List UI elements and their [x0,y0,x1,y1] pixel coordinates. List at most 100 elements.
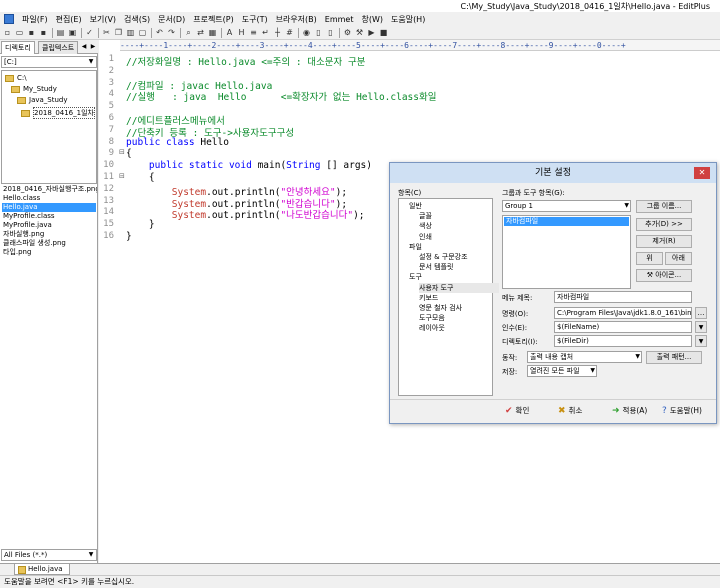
menu-edit[interactable]: 편집(E) [52,14,86,25]
action-select[interactable]: 출력 내용 캡처 ▼ [527,351,642,363]
tab-directory[interactable]: 디렉토리 [1,41,35,54]
icon-button[interactable]: ⚒ 아이콘... [636,269,692,282]
replace-icon[interactable]: ⇄ [195,27,206,38]
args-dropdown[interactable]: ▼ [695,321,707,333]
tools-icon[interactable]: ⚒ [354,27,365,38]
ok-button[interactable]: ✔ 확인 [505,403,529,419]
find-icon[interactable]: ⌕ [183,27,194,38]
code-token: main( [251,160,287,172]
list-item-selected[interactable]: Hello.java [2,203,96,212]
category-item[interactable]: 색상 [419,221,432,231]
category-group[interactable]: 파일 [409,242,422,252]
tab-scroll-left-icon[interactable]: ◀ [80,42,88,52]
menu-title-field[interactable]: 자바컴파일 [554,291,692,303]
tool-list-item[interactable]: 자바컴파일 [504,217,629,226]
browse-command-button[interactable]: … [695,307,707,319]
menu-tools[interactable]: 도구(T) [238,14,272,25]
menu-emmet[interactable]: Emmet [321,15,358,24]
copy-icon[interactable]: ❐ [113,27,124,38]
browser-icon[interactable]: ◉ [301,27,312,38]
help-button[interactable]: ? 도움말(H) [662,403,702,419]
folder-java-study[interactable]: Java_Study [17,96,68,104]
menu-search[interactable]: 검색(S) [120,14,154,25]
list-item[interactable]: Hello.class [2,194,41,203]
folder-root[interactable]: C:\ [5,74,27,82]
menu-help[interactable]: 도움말(H) [387,14,429,25]
group-select[interactable]: Group 1 ▼ [502,200,631,212]
menu-document[interactable]: 문서(D) [154,14,189,25]
save-icon[interactable]: ▪ [26,27,37,38]
drive-select[interactable]: [C:] ▼ [1,56,97,68]
category-item[interactable]: 사용자 도구 [419,282,499,293]
list-item[interactable]: 2018_0416_자바실행구조.png [2,185,97,194]
html-icon[interactable]: ≡ [248,27,259,38]
menu-file[interactable]: 파일(F) [18,14,52,25]
command-field[interactable]: C:\Program Files\Java\jdk1.8.0_161\bin [554,307,692,319]
group-name-button[interactable]: 그룹 이름... [636,200,692,213]
list-item[interactable]: 타입.png [2,248,32,257]
category-item[interactable]: 인쇄 [419,232,432,242]
tab-scroll-right-icon[interactable]: ▶ [89,42,97,52]
move-up-button[interactable]: 위 [636,252,663,265]
wrap-icon[interactable]: ↵ [260,27,271,38]
save-select[interactable]: 열려진 모든 파일 ▼ [527,365,597,377]
dir-icon[interactable]: ▯ [325,27,336,38]
output-pattern-button[interactable]: 출력 패턴... [646,351,702,364]
category-item[interactable]: 도구모음 [419,313,445,323]
tab-hello-java[interactable]: Hello.java [14,564,70,575]
remove-button[interactable]: 제거(R) [636,235,692,248]
open-file-icon[interactable]: ▭ [14,27,25,38]
paste-icon[interactable]: ▥ [125,27,136,38]
cut-icon[interactable]: ✂ [101,27,112,38]
category-item[interactable]: 설정 & 구문강조 [419,252,468,262]
folder-my-study[interactable]: My_Study [11,85,57,93]
run-icon[interactable]: ▶ [366,27,377,38]
linenum-icon[interactable]: # [284,27,295,38]
apply-button[interactable]: ➜ 적용(A) [612,403,647,419]
hex-icon[interactable]: H [236,27,247,38]
tab-cliptext[interactable]: 클립텍스트 [38,41,79,54]
category-item[interactable]: 키보드 [419,293,438,303]
category-item[interactable]: 영문 철자 검사 [419,303,462,313]
goto-icon[interactable]: ▦ [207,27,218,38]
list-item[interactable]: 클래스파일 생성.png [2,239,67,248]
new-file-icon[interactable]: ▫ [2,27,13,38]
redo-icon[interactable]: ↷ [166,27,177,38]
menu-window[interactable]: 창(W) [357,14,387,25]
clip-icon[interactable]: ▯ [313,27,324,38]
category-item[interactable]: 레이아웃 [419,323,445,333]
folder-day1[interactable]: 2018_0416_1일차 [21,107,95,119]
preview-icon[interactable]: ▣ [67,27,78,38]
font-size-icon[interactable]: A [224,27,235,38]
undo-icon[interactable]: ↶ [154,27,165,38]
settings-icon[interactable]: ⚙ [342,27,353,38]
stop-icon[interactable]: ■ [378,27,389,38]
close-icon[interactable]: ✕ [694,167,710,179]
category-item[interactable]: 문서 템플릿 [419,262,453,272]
line-number: 8 [108,136,114,147]
delete-icon[interactable]: ▢ [137,27,148,38]
list-item[interactable]: MyProfile.java [2,221,53,230]
category-group[interactable]: 도구 [409,272,422,282]
save-all-icon[interactable]: ▪ [38,27,49,38]
menu-view[interactable]: 보기(V) [86,14,120,25]
list-item[interactable]: MyProfile.class [2,212,56,221]
dir-dropdown[interactable]: ▼ [695,335,707,347]
list-item[interactable]: 자바실행.png [2,230,45,239]
add-tool-button[interactable]: 추가(D) >> [636,218,692,231]
category-item[interactable]: 글꼴 [419,211,432,221]
menu-browser[interactable]: 브라우저(B) [272,14,321,25]
print-icon[interactable]: ▤ [55,27,66,38]
menu-project[interactable]: 프로젝트(P) [189,14,238,25]
dir-field[interactable]: $(FileDir) [554,335,692,347]
category-group[interactable]: 일반 [409,201,422,211]
args-field[interactable]: $(FileName) [554,321,692,333]
file-filter-select[interactable]: All Files (*.*) ▼ [1,549,97,561]
fold-marker-icon[interactable]: ⊟ [119,148,125,156]
cancel-button[interactable]: ✖ 취소 [558,403,582,419]
spell-icon[interactable]: ✓ [84,27,95,38]
move-down-button[interactable]: 아래 [665,252,692,265]
directory-panel: 디렉토리 클립텍스트 ◀ ▶ [C:] ▼ C:\ My_Study Java_… [0,40,98,563]
fold-marker-icon[interactable]: ⊟ [119,172,125,180]
ruler-icon[interactable]: ┼ [272,27,283,38]
